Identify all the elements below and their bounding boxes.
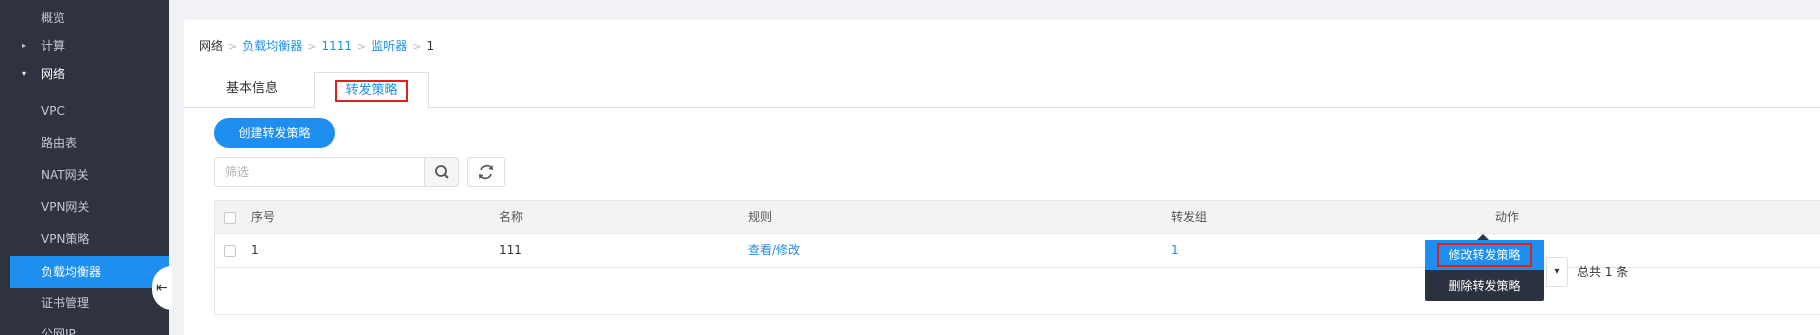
sidebar: 概览 ▸ 计算 ▾ 网络 VPC 路由表 NAT网关 VPN网关 VPN策略 负…	[0, 0, 169, 335]
tab-forwarding-policy[interactable]: 转发策略	[314, 72, 429, 109]
forward-group-link[interactable]: 1	[1171, 234, 1179, 267]
main-panel: 网络>负载均衡器>1111>监听器>1 基本信息 转发策略 创建转发策略 序号 …	[184, 20, 1820, 335]
sidebar-item-label: VPN网关	[41, 200, 90, 214]
breadcrumb-listener[interactable]: 监听器	[371, 39, 407, 53]
refresh-icon	[479, 164, 493, 180]
sidebar-item-certificates[interactable]: 证书管理	[0, 287, 169, 319]
tab-forwarding-policy-label: 转发策略	[335, 80, 408, 102]
breadcrumb-separator: >	[307, 40, 317, 53]
column-header-action: 动作	[1495, 210, 1520, 224]
column-header-index: 序号	[251, 210, 276, 224]
more-actions-menu: 修改转发策略 删除转发策略	[1425, 234, 1544, 301]
menu-item-delete-policy[interactable]: 删除转发策略	[1425, 271, 1544, 301]
chevron-down-icon: ▾	[1554, 266, 1560, 277]
sidebar-item-public-ip[interactable]: 公网IP	[0, 318, 169, 335]
sidebar-item-label: 网络	[41, 67, 66, 81]
sidebar-item-vpn-gateway[interactable]: VPN网关	[0, 191, 169, 223]
sidebar-item-label: VPC	[41, 104, 65, 118]
breadcrumb-network[interactable]: 网络	[199, 39, 223, 53]
sidebar-item-vpn-policy[interactable]: VPN策略	[0, 223, 169, 255]
sidebar-item-label: 路由表	[41, 136, 78, 150]
menu-item-edit-policy[interactable]: 修改转发策略	[1425, 240, 1544, 270]
tab-bar: 基本信息 转发策略	[184, 72, 1820, 109]
sidebar-item-network[interactable]: ▾ 网络	[0, 58, 169, 90]
column-header-name: 名称	[499, 210, 524, 224]
collapse-menu-icon: ⇤	[156, 280, 168, 296]
sidebar-item-label: 证书管理	[41, 296, 90, 310]
breadcrumb-load-balancer[interactable]: 负载均衡器	[242, 39, 302, 53]
breadcrumb-current: 1	[426, 39, 435, 53]
sidebar-item-load-balancer[interactable]: 负载均衡器	[10, 256, 169, 288]
row-index: 1	[251, 243, 259, 257]
sidebar-item-label: 负载均衡器	[41, 265, 102, 279]
breadcrumb-separator: >	[412, 40, 422, 53]
sidebar-item-label: NAT网关	[41, 168, 89, 182]
breadcrumb-lb-id[interactable]: 1111	[321, 39, 352, 53]
search-button[interactable]	[424, 157, 459, 187]
column-header-group: 转发组	[1171, 210, 1208, 224]
breadcrumb-separator: >	[228, 40, 238, 53]
sidebar-item-vpc[interactable]: VPC	[0, 95, 169, 127]
refresh-button[interactable]	[467, 157, 505, 187]
table-header: 序号 名称 规则 转发组 动作	[215, 201, 1820, 234]
select-all-checkbox[interactable]	[224, 212, 236, 224]
top-bar	[169, 0, 1820, 20]
page-size-select[interactable]: ▾	[1546, 257, 1568, 287]
row-checkbox[interactable]	[224, 245, 236, 257]
row-name: 111	[499, 243, 522, 257]
sidebar-item-nat-gateway[interactable]: NAT网关	[0, 159, 169, 191]
tab-basic-info[interactable]: 基本信息	[212, 72, 292, 108]
sidebar-item-route-table[interactable]: 路由表	[0, 127, 169, 159]
sidebar-item-label: VPN策略	[41, 232, 90, 246]
filter-input[interactable]	[214, 157, 424, 187]
menu-item-edit-policy-label: 修改转发策略	[1437, 243, 1532, 267]
create-forwarding-policy-button[interactable]: 创建转发策略	[214, 118, 335, 148]
chevron-down-icon: ▾	[22, 69, 27, 78]
search-icon	[435, 165, 449, 179]
breadcrumb-separator: >	[357, 40, 367, 53]
breadcrumb: 网络 > 负载均衡器 >1111 > 监听器 >1	[199, 36, 434, 56]
view-edit-rule-link[interactable]: 查看/修改	[748, 234, 800, 267]
pagination-total: 总共 1 条	[1577, 265, 1629, 279]
column-header-rule: 规则	[748, 210, 773, 224]
sidebar-item-label: 公网IP	[41, 327, 76, 335]
